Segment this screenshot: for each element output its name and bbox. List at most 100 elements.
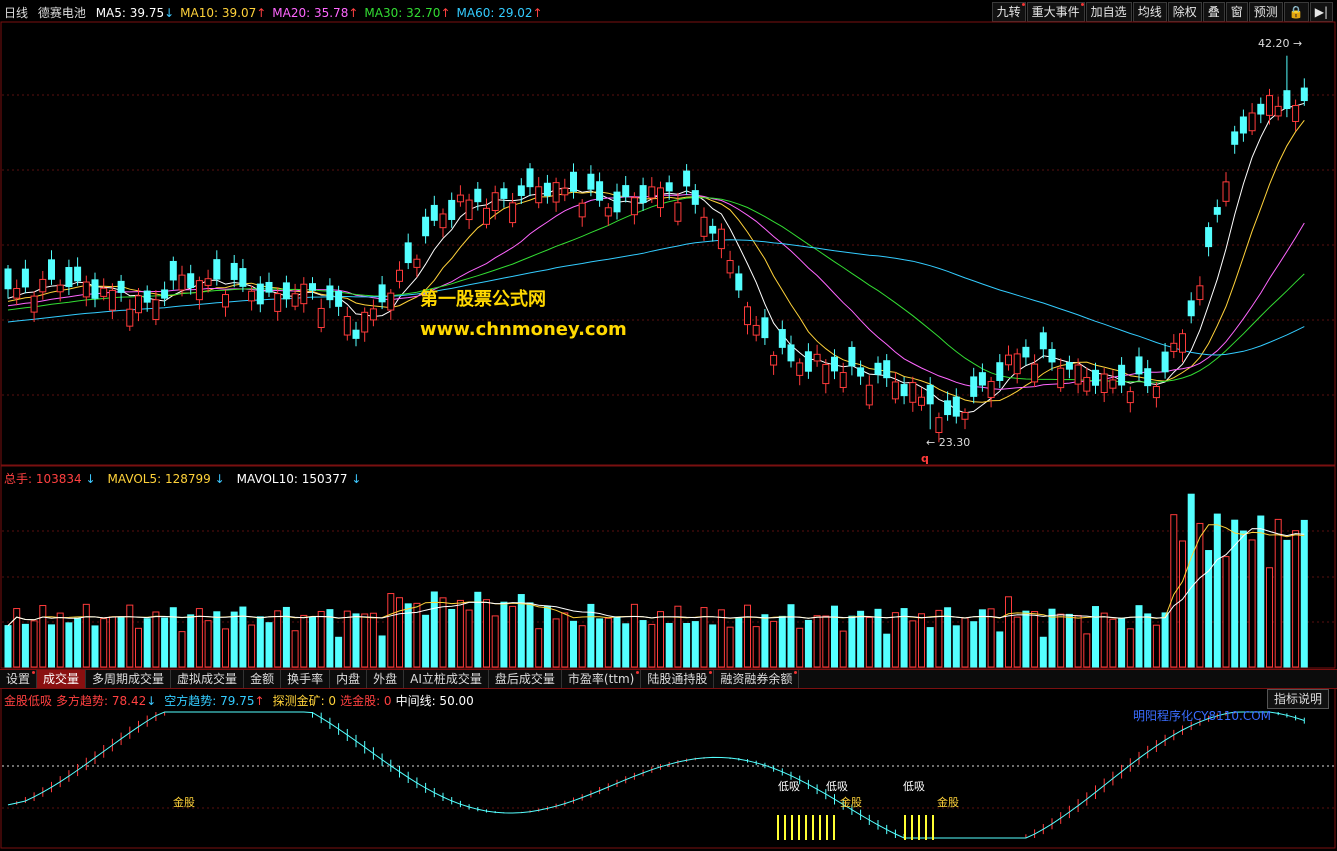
volume-bar [187, 614, 195, 668]
candle-body [630, 197, 638, 216]
candle-body [1144, 368, 1152, 387]
candle-body [335, 290, 343, 307]
volume-bar [21, 623, 29, 668]
volume-bar [1239, 530, 1247, 668]
watermark-text-1: 第一股票公式网 [420, 289, 546, 310]
candle-body [126, 308, 134, 327]
volume-bar [1222, 556, 1230, 668]
trend-arrow-icon: ↑ [254, 694, 265, 708]
candle-body [282, 282, 290, 300]
tab-4[interactable]: 金额 [244, 670, 282, 688]
tab-12[interactable]: 融资融券余额 [714, 670, 800, 688]
volume-bar [1013, 616, 1021, 668]
candle-body [622, 185, 630, 198]
tab-7[interactable]: 外盘 [367, 670, 405, 688]
tab-8[interactable]: AI立桩成交量 [404, 670, 489, 688]
volume-bar [857, 610, 865, 668]
candle-body [361, 311, 369, 333]
volume-bar [222, 628, 229, 668]
watermark-url: www.chnmoney.com [420, 319, 627, 340]
candle-body [326, 285, 334, 301]
volume-bar [248, 624, 256, 668]
indicator-stat-4: 选金股: 0 [340, 694, 392, 708]
candle-body [770, 354, 778, 366]
candle-body [439, 213, 447, 229]
q-marker: q [921, 452, 929, 465]
candle-body [700, 216, 708, 237]
candle-body [970, 376, 978, 397]
tab-3[interactable]: 虚拟成交量 [171, 670, 245, 688]
volume-bar [474, 591, 482, 668]
candle-body [657, 187, 664, 209]
volume-bar [439, 597, 447, 668]
tab-9[interactable]: 盘后成交量 [489, 670, 562, 688]
volume-stat-1: MAVOL5: 128799 ↓ [107, 472, 225, 486]
volume-bar [761, 614, 769, 668]
volume-bar [300, 614, 308, 668]
candle-body [1031, 363, 1039, 383]
candle-body [239, 268, 247, 287]
volume-bar [4, 625, 12, 668]
candle-body [1274, 105, 1282, 117]
tab-11[interactable]: 陆股通持股 [641, 670, 715, 688]
volume-bar [552, 618, 560, 668]
volume-bar [1161, 612, 1169, 668]
candle-body [387, 292, 395, 311]
volume-bar [639, 620, 647, 668]
candle-body [1135, 356, 1143, 375]
candle-body [804, 351, 812, 372]
trend-arrow-icon: ↓ [146, 694, 157, 708]
volume-bar [456, 599, 464, 668]
candle-body [169, 260, 177, 281]
volume-bar [1092, 606, 1099, 668]
tab-5[interactable]: 换手率 [281, 670, 331, 688]
candle-body [891, 381, 899, 400]
ma10-line [7, 119, 1305, 403]
volume-bar [865, 617, 873, 668]
indicator-help-button[interactable]: 指标说明 [1266, 689, 1329, 709]
tab-6[interactable]: 内盘 [330, 670, 368, 688]
tab-0[interactable]: 设置 [0, 670, 38, 688]
tab-2[interactable]: 多周期成交量 [86, 670, 172, 688]
volume-bar [1179, 540, 1186, 668]
candle-body [265, 281, 273, 293]
volume-bar [961, 617, 969, 668]
candle-body [161, 289, 169, 299]
volume-bar [1100, 612, 1108, 668]
volume-bar [483, 599, 490, 668]
candle-body [1300, 87, 1308, 102]
candle-body [300, 283, 308, 305]
candle-body [735, 273, 743, 291]
candle-body [1100, 373, 1108, 393]
volume-bar [996, 631, 1004, 668]
volume-bar [1135, 605, 1143, 668]
volume-bar [543, 605, 551, 668]
volume-bar [343, 610, 351, 668]
candle-body [552, 182, 560, 203]
volume-bar [1266, 567, 1273, 668]
volume-bar [369, 612, 377, 668]
candle-body [1039, 332, 1047, 350]
volume-bar [1274, 518, 1282, 668]
watermark-text-2: 明阳程序化CY8110.COM [1133, 709, 1272, 723]
candle-body [744, 306, 751, 326]
volume-bar [274, 610, 282, 668]
candle-body [848, 346, 856, 367]
volume-bar [1257, 515, 1265, 668]
volume-bar [135, 627, 142, 668]
candle-body [883, 360, 891, 379]
candle-body [1065, 362, 1073, 370]
candle-body [978, 372, 986, 386]
candle-body [448, 199, 456, 220]
candle-body [1205, 227, 1213, 248]
candle-body [1161, 351, 1169, 373]
tab-1[interactable]: 成交量 [37, 670, 87, 688]
tab-10[interactable]: 市盈率(ttm) [562, 670, 642, 688]
candle-body [613, 191, 621, 213]
candle-body [1248, 112, 1256, 132]
candle-body [291, 293, 299, 307]
volume-bar [48, 624, 55, 668]
dixi-label-2: 低吸 [903, 780, 925, 793]
volume-bar [874, 608, 882, 668]
candle-body [726, 260, 734, 274]
